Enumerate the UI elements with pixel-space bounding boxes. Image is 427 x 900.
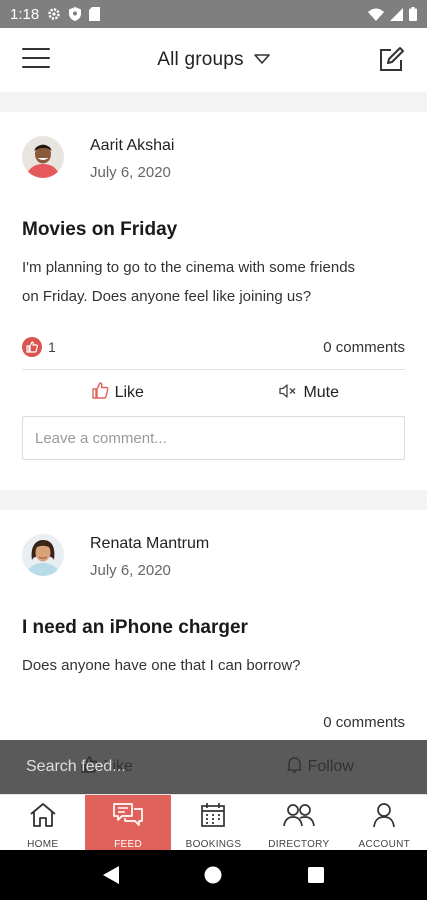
- feed-list[interactable]: Aarit Akshai July 6, 2020 Movies on Frid…: [0, 92, 427, 740]
- app-bar: All groups: [0, 28, 427, 92]
- status-right: [368, 7, 417, 21]
- menu-icon[interactable]: [22, 48, 50, 72]
- bottom-tab-bar: HOME FEED BOOKINGS DIRECTORY ACCOUNT: [0, 794, 427, 850]
- author-name[interactable]: Renata Mantrum: [90, 535, 209, 553]
- avatar[interactable]: [22, 136, 64, 178]
- mute-button[interactable]: Mute: [214, 383, 406, 403]
- tab-directory[interactable]: DIRECTORY: [256, 795, 341, 850]
- search-input[interactable]: [0, 740, 427, 794]
- tab-feed[interactable]: FEED: [85, 795, 171, 850]
- post-body-line: on Friday. Does anyone feel like joining…: [22, 288, 312, 305]
- sd-card-icon: [89, 7, 101, 21]
- mute-icon: [279, 383, 297, 403]
- post-date: July 6, 2020: [90, 562, 171, 579]
- tab-label: FEED: [114, 839, 143, 850]
- post-body: Does anyone have one that I can borrow?: [22, 657, 301, 674]
- post-author: Renata Mantrum July 6, 2020: [22, 510, 405, 579]
- post-card: Renata Mantrum July 6, 2020 I need an iP…: [0, 510, 427, 740]
- home-icon: [29, 802, 57, 833]
- back-icon[interactable]: [91, 855, 131, 895]
- group-selector[interactable]: All groups: [157, 49, 270, 71]
- author-name[interactable]: Aarit Akshai: [90, 137, 174, 155]
- battery-icon: [409, 7, 417, 21]
- recents-icon[interactable]: [296, 855, 336, 895]
- gear-icon: [47, 7, 61, 21]
- comments-count[interactable]: 0 comments: [22, 714, 405, 731]
- post-date: July 6, 2020: [90, 164, 171, 181]
- system-nav-bar: [0, 850, 427, 900]
- like-count: 1: [48, 339, 56, 355]
- thumbs-up-icon: [91, 382, 109, 404]
- status-bar: 1:18: [0, 0, 427, 28]
- tab-account[interactable]: ACCOUNT: [342, 795, 427, 850]
- comments-count[interactable]: 0 comments: [323, 339, 405, 356]
- tab-label: ACCOUNT: [358, 839, 411, 850]
- calendar-icon: [200, 802, 226, 833]
- page-title: All groups: [157, 49, 244, 70]
- chat-icon: [113, 802, 143, 833]
- mute-label: Mute: [303, 384, 340, 401]
- tab-label: BOOKINGS: [185, 839, 242, 850]
- post-card: Aarit Akshai July 6, 2020 Movies on Frid…: [0, 112, 427, 490]
- like-badge-icon[interactable]: [22, 337, 42, 357]
- tab-label: HOME: [27, 839, 59, 850]
- post-body: I'm planning to go to the cinema with so…: [22, 253, 405, 311]
- home-circle-icon[interactable]: [193, 855, 233, 895]
- tab-bookings[interactable]: BOOKINGS: [171, 795, 256, 850]
- signal-icon: [390, 7, 403, 21]
- shield-icon: [69, 7, 82, 21]
- post-meta: 1 0 comments: [22, 335, 405, 359]
- comment-input[interactable]: [22, 416, 405, 460]
- chevron-down-icon: [253, 51, 270, 69]
- post-title: I need an iPhone charger: [22, 617, 248, 638]
- wifi-icon: [368, 8, 384, 21]
- status-left: 1:18: [10, 5, 101, 23]
- post-title: Movies on Friday: [22, 219, 178, 240]
- avatar[interactable]: [22, 534, 64, 576]
- post-author: Aarit Akshai July 6, 2020: [22, 112, 405, 181]
- compose-icon[interactable]: [377, 46, 405, 74]
- search-bar: Like Follow: [0, 740, 427, 794]
- like-button[interactable]: Like: [22, 382, 214, 404]
- people-icon: [283, 802, 315, 833]
- tab-label: DIRECTORY: [268, 839, 330, 850]
- post-body-line: I'm planning to go to the cinema with so…: [22, 259, 356, 276]
- tab-home[interactable]: HOME: [0, 795, 85, 850]
- person-icon: [372, 802, 396, 833]
- post-actions: Like Mute: [22, 370, 405, 416]
- like-label: Like: [114, 384, 144, 401]
- status-time: 1:18: [10, 5, 40, 23]
